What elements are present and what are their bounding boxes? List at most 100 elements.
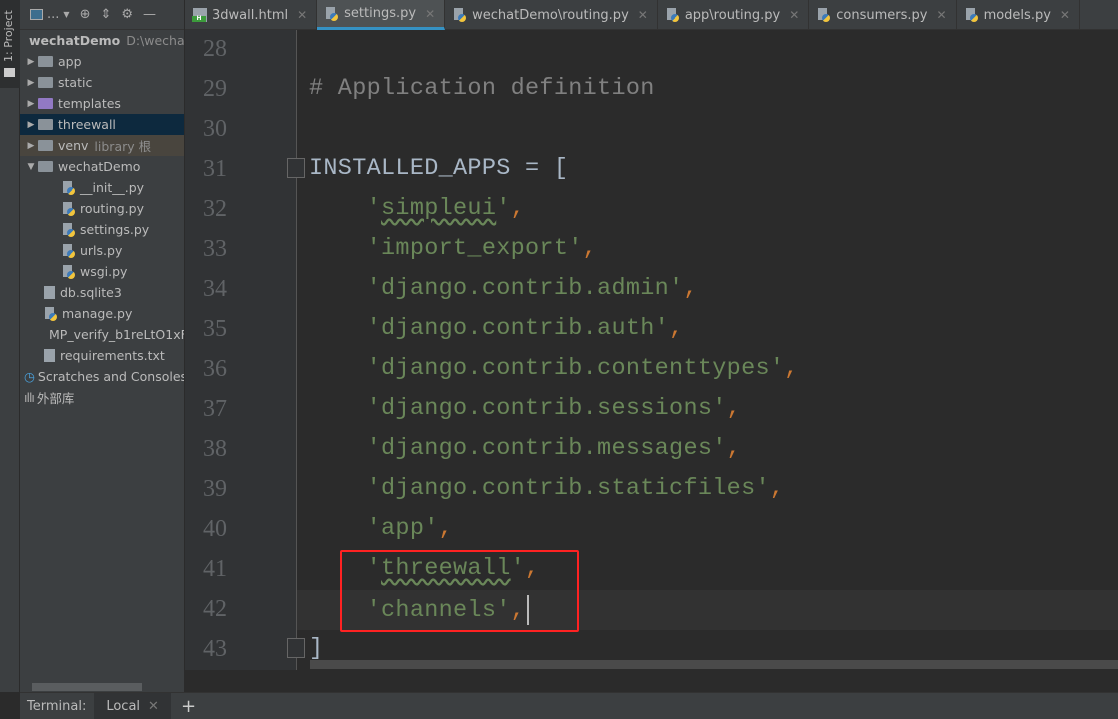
collapse-icon[interactable]: ⇕ xyxy=(100,7,111,22)
tab-label: settings.py xyxy=(344,6,417,21)
code-line: 38 'django.contrib.messages', xyxy=(185,430,1118,470)
tree-item[interactable]: wechatDemo D:\wechat xyxy=(20,30,184,51)
tree-item[interactable]: ▶ templates xyxy=(20,93,184,114)
code-text: 'django.contrib.admin', xyxy=(309,275,698,302)
terminal-label: Terminal: xyxy=(27,698,87,714)
tree-item[interactable]: __init__.py xyxy=(20,177,184,198)
code-line: 29 # Application definition xyxy=(185,70,1118,110)
code-token: , xyxy=(669,315,684,342)
line-number: 38 xyxy=(203,436,227,462)
chevron-right-icon[interactable]: ▶ xyxy=(24,57,38,67)
tab-models-py[interactable]: models.py ✕ xyxy=(957,0,1080,30)
tree-item[interactable]: requirements.txt xyxy=(20,345,184,366)
code-line: 39 'django.contrib.staticfiles', xyxy=(185,470,1118,510)
close-icon[interactable]: ✕ xyxy=(638,8,648,22)
chevron-right-icon[interactable]: ▶ xyxy=(24,99,38,109)
editor-horizontal-scrollbar[interactable] xyxy=(310,660,1118,669)
chevron-right-icon[interactable]: ▶ xyxy=(24,120,38,130)
project-scrollbar[interactable] xyxy=(32,683,142,691)
code-token: # Application definition xyxy=(309,75,655,102)
terminal-tab-local[interactable]: Local ✕ xyxy=(94,693,171,719)
tree-item[interactable]: ▶ static xyxy=(20,72,184,93)
tab-3dwall-html[interactable]: H 3dwall.html ✕ xyxy=(185,0,318,30)
line-number: 34 xyxy=(203,276,227,302)
view-label: ... xyxy=(47,7,60,22)
terminal-bar: Terminal: Local ✕ + xyxy=(20,692,1118,719)
library-icon: ıllı xyxy=(24,390,35,405)
tab-label: 3dwall.html xyxy=(212,7,289,23)
code-token: , xyxy=(726,395,742,422)
editor-tabs: H 3dwall.html ✕ settings.py ✕ wechatDemo\rout… xyxy=(185,0,1118,30)
fold-icon[interactable] xyxy=(287,638,305,658)
close-icon[interactable]: ✕ xyxy=(148,699,159,714)
tree-item[interactable]: routing.py xyxy=(20,198,184,219)
tree-item-label: app xyxy=(58,54,82,69)
tree-item[interactable]: ıllı 外部库 xyxy=(20,387,184,408)
code-text: 'django.contrib.sessions', xyxy=(309,395,741,422)
tab-app-routing-py[interactable]: app\routing.py ✕ xyxy=(658,0,810,30)
locate-icon[interactable]: ⊕ xyxy=(80,7,91,22)
chevron-down-icon[interactable]: ▼ xyxy=(24,162,38,172)
code-token: , xyxy=(582,235,598,262)
tab-settings-py[interactable]: settings.py ✕ xyxy=(317,0,446,30)
tree-item-label: wechatDemo xyxy=(58,159,141,174)
fold-icon[interactable] xyxy=(287,158,305,178)
close-icon[interactable]: ✕ xyxy=(297,8,307,22)
line-number: 30 xyxy=(203,116,227,142)
tree-item[interactable]: ▶ app xyxy=(20,51,184,72)
tree-item-label: templates xyxy=(58,96,121,111)
tool-window-strip: 1: Project xyxy=(0,0,20,692)
tree-item[interactable]: wsgi.py xyxy=(20,261,184,282)
add-terminal-button[interactable]: + xyxy=(181,696,196,717)
line-number: 37 xyxy=(203,396,227,422)
tree-item[interactable]: ◷ Scratches and Consoles xyxy=(20,366,184,387)
code-token: 'django.contrib.messages' xyxy=(309,435,727,462)
tree-item[interactable]: ▼ wechatDemo xyxy=(20,156,184,177)
python-file-icon xyxy=(62,201,76,216)
code-token: , xyxy=(769,475,785,502)
code-token: 'django.contrib.staticfiles' xyxy=(309,475,770,502)
code-text: INSTALLED_APPS = [ xyxy=(309,155,568,182)
code-line: 34 'django.contrib.admin', xyxy=(185,270,1118,310)
tree-item-label: 外部库 xyxy=(36,391,75,406)
tree-item[interactable]: db.sqlite3 xyxy=(20,282,184,303)
close-icon[interactable]: ✕ xyxy=(937,8,947,22)
python-file-icon xyxy=(666,8,680,22)
code-line: 37 'django.contrib.sessions', xyxy=(185,390,1118,430)
code-token: ' xyxy=(309,195,382,222)
folder-icon xyxy=(38,98,53,109)
tab-wechatdemo-routing-py[interactable]: wechatDemo\routing.py ✕ xyxy=(445,0,658,30)
tree-item[interactable]: settings.py xyxy=(20,219,184,240)
python-file-icon xyxy=(62,180,76,195)
window-icon xyxy=(30,9,43,20)
chevron-right-icon[interactable]: ▶ xyxy=(24,78,38,88)
view-selector[interactable]: ... ▼ xyxy=(30,7,70,22)
close-icon[interactable]: ✕ xyxy=(425,7,435,21)
project-panel: ... ▼ ⊕ ⇕ ⚙ — wechatDemo D:\wechat ▶ app ▶ sta… xyxy=(20,0,184,692)
close-icon[interactable]: ✕ xyxy=(789,8,799,22)
tree-item-label: wsgi.py xyxy=(80,264,128,279)
tree-item[interactable]: ▶ venv library 根 xyxy=(20,135,184,156)
tree-item[interactable]: ▶ threewall xyxy=(20,114,184,135)
tree-item[interactable]: urls.py xyxy=(20,240,184,261)
line-number: 35 xyxy=(203,316,227,342)
code-line: 32 'simpleui', xyxy=(185,190,1118,230)
folder-icon xyxy=(38,119,53,130)
tree-item[interactable]: manage.py xyxy=(20,303,184,324)
code-token: 'django.contrib.contenttypes' xyxy=(309,355,785,382)
line-number: 40 xyxy=(203,516,227,542)
code-text: # Application definition xyxy=(309,75,655,102)
code-line: 33 'import_export', xyxy=(185,230,1118,270)
chevron-right-icon[interactable]: ▶ xyxy=(24,141,38,151)
tree-item-label: __init__.py xyxy=(80,180,145,195)
minimize-icon[interactable]: — xyxy=(143,7,156,22)
tree-item[interactable]: MP_verify_b1reLtO1xF xyxy=(20,324,184,345)
project-tool-tab[interactable]: 1: Project xyxy=(0,0,20,88)
python-file-icon xyxy=(325,6,339,21)
close-icon[interactable]: ✕ xyxy=(1060,8,1070,22)
folder-icon xyxy=(38,161,53,172)
gear-icon[interactable]: ⚙ xyxy=(121,7,133,22)
tab-consumers-py[interactable]: consumers.py ✕ xyxy=(809,0,957,30)
code-editor[interactable]: 28 29 # Application definition 30 31 INSTALLE… xyxy=(185,30,1118,670)
code-text: 'django.contrib.contenttypes', xyxy=(309,355,799,382)
